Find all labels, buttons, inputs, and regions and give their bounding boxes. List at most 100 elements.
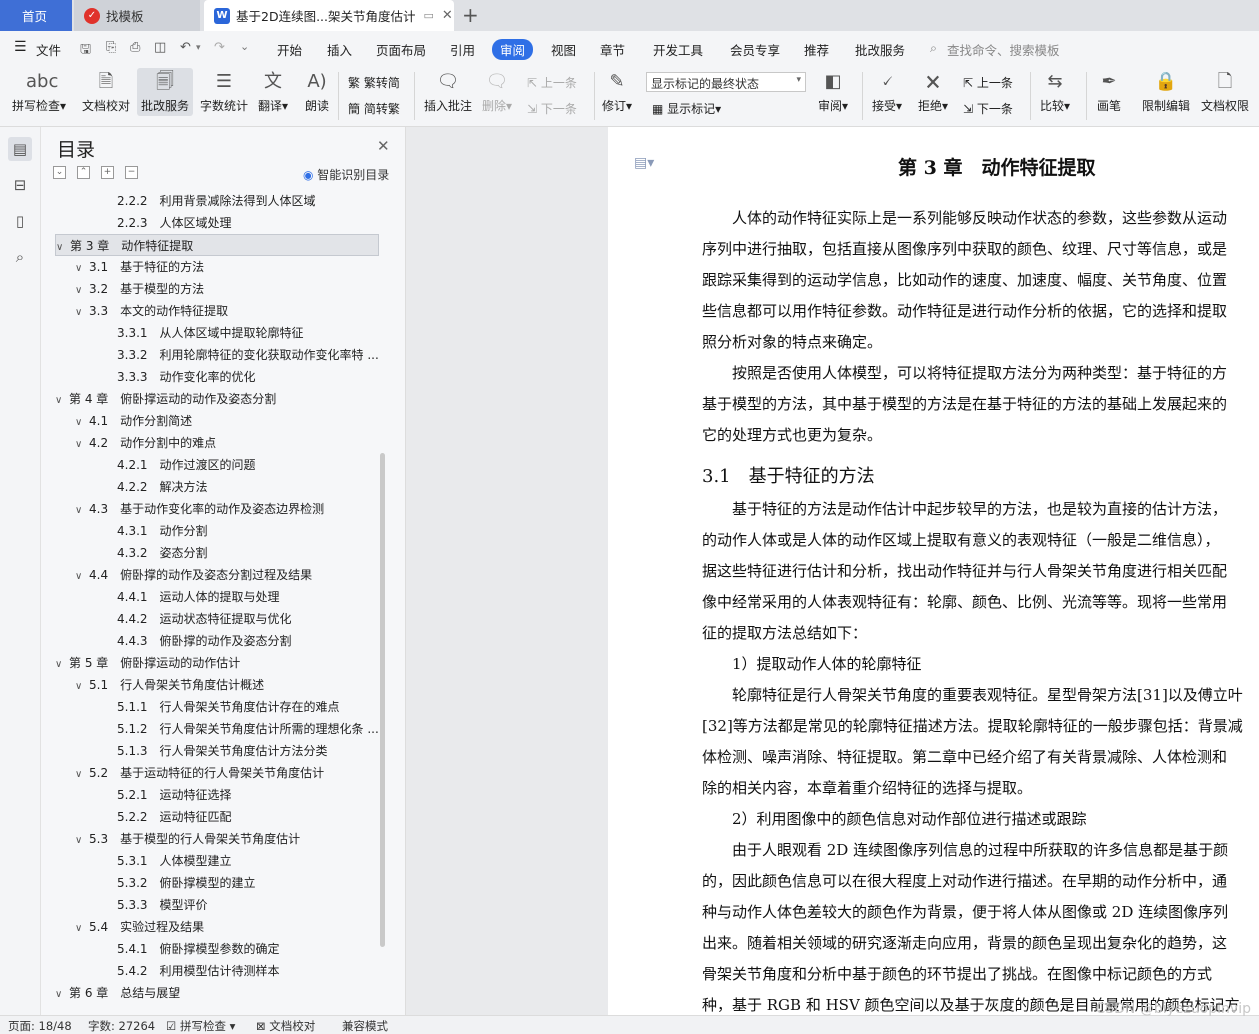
tab-zhaomoban[interactable]: ✓ 找模板: [74, 0, 200, 31]
menu-view[interactable]: 视图: [551, 40, 576, 59]
menu-review[interactable]: 审阅: [492, 39, 534, 60]
toc-item[interactable]: 5.3.3 模型评价: [55, 894, 379, 916]
chevron-down-icon[interactable]: ∨: [56, 237, 70, 255]
toc-item[interactable]: ∨ 4.4 俯卧撑的动作及姿态分割过程及结果: [55, 564, 379, 586]
accept-button[interactable]: 🗸 接受▾: [872, 70, 902, 114]
toc-item[interactable]: ∨ 第 3 章 动作特征提取: [55, 234, 379, 256]
toc-item[interactable]: ∨ 5.3 基于模型的行人骨架关节角度估计: [55, 828, 379, 850]
chevron-down-icon[interactable]: ∨: [75, 500, 89, 520]
pen-button[interactable]: ✒ 画笔: [1096, 70, 1122, 114]
toc-item[interactable]: ∨ 3.1 基于特征的方法: [55, 256, 379, 278]
chapter-nav-icon[interactable]: ⊟: [8, 173, 32, 197]
toc-scrollbar[interactable]: [380, 453, 385, 947]
toc-item[interactable]: ∨ 第 4 章 俯卧撑运动的动作及姿态分割: [55, 388, 379, 410]
redo-icon[interactable]: ↷: [214, 40, 225, 55]
toc-item[interactable]: ∨ 4.1 动作分割简述: [55, 410, 379, 432]
bookmark-icon[interactable]: ▯: [8, 209, 32, 233]
grading-service-button[interactable]: 🗐 批改服务: [137, 68, 194, 116]
translate-button[interactable]: 文翻译▾: [258, 70, 288, 114]
remove-heading-icon[interactable]: −: [125, 166, 138, 179]
toc-item[interactable]: ∨ 5.2 基于运动特征的行人骨架关节角度估计: [55, 762, 379, 784]
toc-item[interactable]: 4.2.2 解决方法: [55, 476, 379, 498]
toc-item[interactable]: ∨ 3.2 基于模型的方法: [55, 278, 379, 300]
reject-button[interactable]: 🗙 拒绝▾: [918, 70, 948, 114]
toc-item[interactable]: 4.4.2 运动状态特征提取与优化: [55, 608, 379, 630]
spell-check-button[interactable]: abc 拼写检查▾: [12, 70, 66, 114]
review-button[interactable]: ◧ 审阅▾: [818, 70, 848, 114]
doc-permission-button[interactable]: 🗋 文档权限: [1201, 70, 1249, 114]
simp-to-trad-button[interactable]: 簡 简转繁: [348, 100, 400, 117]
markup-mode-select[interactable]: 显示标记的最终状态 ▾: [646, 72, 806, 92]
toc-item[interactable]: 5.2.2 运动特征匹配: [55, 806, 379, 828]
chevron-down-icon[interactable]: ∨: [75, 280, 89, 300]
menu-developer[interactable]: 开发工具: [653, 40, 703, 59]
toc-item[interactable]: 5.2.1 运动特征选择: [55, 784, 379, 806]
next-comment-button[interactable]: ⇲ 下一条: [527, 100, 577, 117]
document-page[interactable]: ▤▾ 第 3 章 动作特征提取 人体的动作特征实际上是一系列能够反映动作状态的参…: [608, 127, 1259, 1015]
toc-panel-icon[interactable]: ▤: [8, 137, 32, 161]
toc-item[interactable]: ∨ 3.3 本文的动作特征提取: [55, 300, 379, 322]
menu-file[interactable]: 文件: [36, 40, 61, 59]
read-aloud-button[interactable]: A) 朗读: [304, 70, 330, 114]
toc-item[interactable]: ∨ 第 6 章 总结与展望: [55, 982, 379, 1004]
new-tab-button[interactable]: +: [462, 3, 479, 27]
print-preview-icon[interactable]: ◫: [154, 40, 166, 55]
toc-item[interactable]: ∨ 第 5 章 俯卧撑运动的动作估计: [55, 652, 379, 674]
chevron-down-icon[interactable]: ∨: [55, 390, 69, 410]
toc-item[interactable]: ∨ 4.3 基于动作变化率的动作及姿态边界检测: [55, 498, 379, 520]
chevron-down-icon[interactable]: ∨: [75, 676, 89, 696]
chevron-down-icon[interactable]: ∨: [75, 302, 89, 322]
menu-start[interactable]: 开始: [277, 40, 302, 59]
menu-chapter[interactable]: 章节: [600, 40, 625, 59]
close-icon[interactable]: ✕: [442, 8, 453, 23]
menu-page-layout[interactable]: 页面布局: [376, 40, 426, 59]
print-icon[interactable]: ⎙: [130, 40, 140, 55]
export-pdf-icon[interactable]: ⎘: [106, 40, 116, 55]
toc-item[interactable]: 5.1.3 行人骨架关节角度估计方法分类: [55, 740, 379, 762]
toc-item[interactable]: 5.3.2 俯卧撑模型的建立: [55, 872, 379, 894]
hamburger-icon[interactable]: ☰: [14, 39, 27, 55]
tab-home[interactable]: 首页: [0, 0, 72, 31]
chevron-down-icon[interactable]: ∨: [75, 412, 89, 432]
toc-item[interactable]: ∨ 5.4 实验过程及结果: [55, 916, 379, 938]
chevron-down-icon[interactable]: ∨: [55, 984, 69, 1004]
monitor-icon[interactable]: ▭: [424, 9, 434, 22]
toc-item[interactable]: 2.2.3 人体区域处理: [55, 212, 379, 234]
menu-member[interactable]: 会员专享: [730, 40, 780, 59]
toc-item[interactable]: 3.3.2 利用轮廓特征的变化获取动作变化率特 ...: [55, 344, 379, 366]
close-icon[interactable]: ✕: [377, 137, 390, 155]
insert-comment-button[interactable]: 🗨 插入批注: [424, 70, 472, 114]
show-markup-button[interactable]: ▦ 显示标记▾: [652, 100, 721, 117]
menu-reference[interactable]: 引用: [450, 40, 475, 59]
toc-item[interactable]: 5.4.1 俯卧撑模型参数的确定: [55, 938, 379, 960]
collapse-all-icon[interactable]: ⌄: [53, 166, 66, 179]
compare-button[interactable]: ⇆ 比较▾: [1040, 70, 1070, 114]
add-heading-icon[interactable]: +: [101, 166, 114, 179]
chevron-down-icon[interactable]: ∨: [75, 566, 89, 586]
proof-status[interactable]: ⊠ 文档校对: [256, 1018, 315, 1034]
smart-toc-button[interactable]: ◉ 智能识别目录: [303, 166, 389, 183]
prev-comment-button[interactable]: ⇱ 上一条: [527, 74, 577, 91]
trad-to-simp-button[interactable]: 繁 繁转简: [348, 74, 400, 91]
delete-comment-button[interactable]: 🗨 删除▾: [482, 70, 512, 114]
expand-up-icon[interactable]: ⌃: [77, 166, 90, 179]
toc-item[interactable]: 4.2.1 动作过渡区的问题: [55, 454, 379, 476]
chevron-down-icon[interactable]: ∨: [75, 258, 89, 278]
doc-proof-button[interactable]: 🗎 文档校对: [82, 70, 130, 114]
menu-grading[interactable]: 批改服务: [855, 40, 905, 59]
toc-item[interactable]: 4.4.3 俯卧撑的动作及姿态分割: [55, 630, 379, 652]
menu-insert[interactable]: 插入: [327, 40, 352, 59]
save-icon[interactable]: 🖫: [80, 40, 91, 62]
toc-item[interactable]: 5.3.1 人体模型建立: [55, 850, 379, 872]
spell-check-status[interactable]: ☑ 拼写检查 ▾: [166, 1018, 235, 1034]
next-change-button[interactable]: ⇲ 下一条: [963, 100, 1013, 117]
page-indicator[interactable]: 页面: 18/48: [8, 1018, 72, 1034]
toc-item[interactable]: 5.1.2 行人骨架关节角度估计所需的理想化条 ...: [55, 718, 379, 740]
toc-item[interactable]: 4.4.1 运动人体的提取与处理: [55, 586, 379, 608]
undo-dropdown-icon[interactable]: ▾: [196, 43, 201, 53]
menu-recommend[interactable]: 推荐: [804, 40, 829, 59]
toc-item[interactable]: ∨ 4.2 动作分割中的难点: [55, 432, 379, 454]
chevron-down-icon[interactable]: ∨: [55, 654, 69, 674]
tab-document[interactable]: W 基于2D连续图...架关节角度估计 ▭ ✕: [204, 0, 454, 31]
doc-options-icon[interactable]: ▤▾: [634, 155, 654, 171]
